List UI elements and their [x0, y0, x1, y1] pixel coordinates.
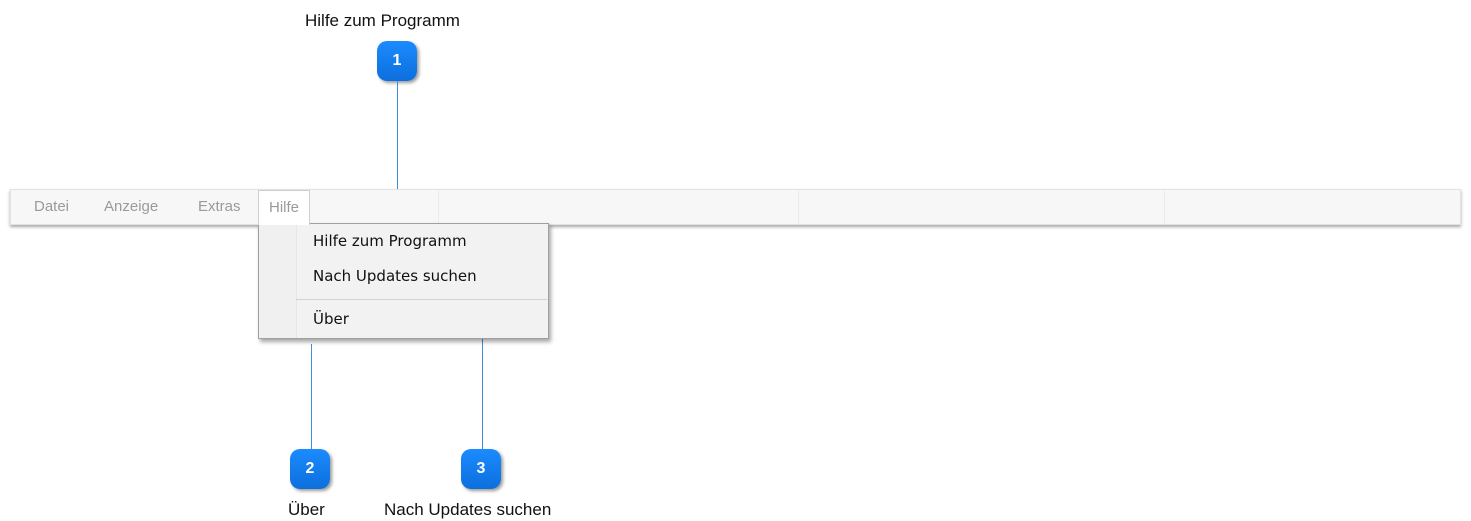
menu-item-hilfe-zum-programm[interactable]: Hilfe zum Programm — [313, 232, 467, 250]
menu-item-nach-updates-suchen[interactable]: Nach Updates suchen — [313, 267, 477, 285]
callout-marker-2: 2 — [290, 449, 330, 489]
menu-separator — [296, 299, 547, 300]
callout-line-2 — [311, 344, 312, 450]
menubar-divider — [1164, 190, 1165, 224]
hilfe-dropdown: Hilfe zum Programm Nach Updates suchen Ü… — [258, 223, 549, 339]
menubar-divider — [438, 190, 439, 224]
menu-anzeige[interactable]: Anzeige — [104, 190, 158, 224]
callout-marker-3: 3 — [461, 449, 501, 489]
help-menu-screenshot: Hilfe zum Programm 1 Datei Anzeige Extra… — [0, 0, 1471, 521]
callout-label-3: Nach Updates suchen — [384, 500, 552, 519]
callout-label-2: Über — [288, 500, 325, 519]
menu-datei[interactable]: Datei — [34, 190, 69, 224]
menu-item-ueber[interactable]: Über — [313, 310, 349, 328]
callout-marker-1: 1 — [377, 41, 417, 81]
dropdown-icon-gutter — [259, 224, 297, 338]
callout-label-1: Hilfe zum Programm — [305, 11, 460, 30]
menu-extras[interactable]: Extras — [198, 190, 241, 224]
menubar-divider — [798, 190, 799, 224]
menu-hilfe[interactable]: Hilfe — [258, 190, 311, 225]
menu-bar: Datei Anzeige Extras Hilfe — [10, 189, 1461, 225]
